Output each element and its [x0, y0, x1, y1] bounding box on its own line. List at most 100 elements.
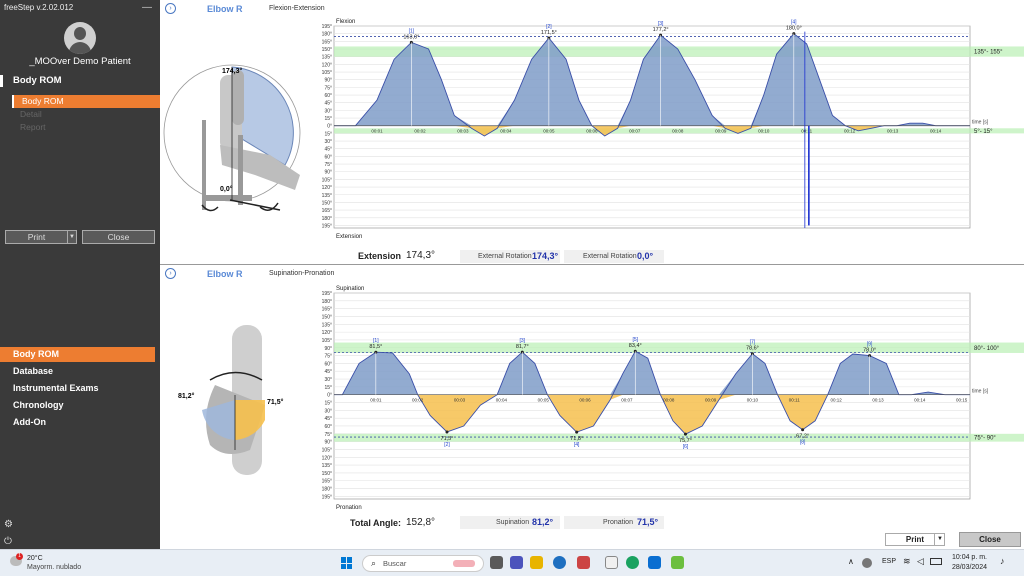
y-tick-label: 60° — [324, 93, 332, 99]
y-tick-label: 15° — [324, 401, 332, 407]
clock-time[interactable]: 10:04 p. m. — [947, 554, 987, 561]
y-tick-label: 195° — [322, 291, 332, 297]
x-tick-label: 00:12 — [844, 129, 856, 134]
x-tick-label: 00:04 — [496, 398, 508, 403]
y-axis-label-top: Supination — [336, 286, 364, 292]
y-tick-label: 150° — [322, 47, 332, 53]
nav-body-rom[interactable]: Body ROM — [0, 347, 155, 362]
y-tick-label: 75° — [324, 162, 332, 168]
peak-value-label: 78,0° — [863, 348, 876, 354]
section-title-body-rom: Body ROM — [0, 75, 160, 87]
y-tick-label: 165° — [322, 479, 332, 485]
store-app-icon[interactable] — [648, 556, 661, 569]
edge-browser-icon[interactable] — [553, 556, 566, 569]
close-button[interactable]: Close — [959, 532, 1021, 547]
supination-normal-band-labels: 80°- 100° 75°- 90° — [970, 342, 1024, 442]
y-axis-label-bottom: Pronation — [336, 505, 362, 511]
bottom-chart-subtitle: Supination-Pronation — [269, 270, 335, 277]
taskbar-search-box[interactable]: ⌕ Buscar — [362, 555, 484, 572]
top-chart-subtitle: Flexion-Extension — [269, 5, 325, 12]
tray-overflow-chevron-icon[interactable]: ∧ — [848, 557, 854, 566]
y-tick-label: 120° — [322, 330, 332, 336]
subnav-detail[interactable]: Detail — [12, 108, 160, 121]
top-joint-title: Elbow R — [207, 4, 243, 14]
minimize-icon[interactable]: — — [142, 2, 152, 13]
external-rotation-value-1: 174,3° — [532, 251, 559, 261]
peak-value-label: 180,0° — [786, 26, 802, 32]
clock-date[interactable]: 28/03/2024 — [947, 564, 987, 571]
nav-database[interactable]: Database — [0, 364, 155, 379]
elbow-flexion-avatar: 174,3° 0,0° — [163, 64, 301, 212]
y-tick-label: 105° — [322, 338, 332, 344]
print-dropdown-icon[interactable]: ▼ — [67, 230, 77, 244]
peak-value-label: 171,5° — [541, 30, 557, 36]
volume-icon[interactable]: ◁ — [917, 556, 924, 567]
y-tick-label: 15° — [324, 385, 332, 391]
print-options-dropdown-icon[interactable]: ▼ — [934, 533, 945, 546]
peak-value-label: 163,0° — [403, 34, 419, 40]
peak-value-label: 78,6° — [746, 346, 759, 352]
x-tick-label: 00:03 — [454, 398, 466, 403]
supination-pronation-chart: 195°180°165°150°135°120°105°90°75°60°45°… — [322, 286, 989, 511]
y-tick-label: 45° — [324, 416, 332, 422]
x-tick-label: 00:11 — [801, 129, 812, 134]
y-tick-label: 105° — [322, 177, 332, 183]
pronation-label: Pronation — [603, 519, 633, 526]
notifications-icon[interactable]: ♪ — [1000, 556, 1005, 566]
y-tick-label: 30° — [324, 408, 332, 414]
file-explorer-icon[interactable] — [530, 556, 543, 569]
search-icon: ⌕ — [371, 558, 377, 568]
x-tick-label: 00:07 — [621, 398, 633, 403]
weather-temperature[interactable]: 20°C — [27, 555, 43, 562]
task-view-icon[interactable] — [490, 556, 503, 569]
battery-icon[interactable] — [930, 558, 942, 565]
sidebar-print-button[interactable]: Print — [5, 230, 68, 244]
section-divider — [160, 264, 1024, 265]
teams-app-icon[interactable] — [510, 556, 523, 569]
power-icon[interactable]: ⏻ — [4, 536, 12, 547]
x-tick-label: 00:06 — [586, 129, 598, 134]
expand-bottom-chart-icon[interactable]: › — [165, 268, 176, 279]
normal-range-label: 5°- 15° — [974, 129, 993, 135]
x-tick-label: 00:04 — [500, 129, 512, 134]
subnav-report[interactable]: Report — [12, 121, 160, 134]
y-tick-label: 135° — [322, 55, 332, 61]
x-tick-label: 00:01 — [370, 398, 382, 403]
y-tick-label: 135° — [322, 322, 332, 328]
weather-notification-badge: 1 — [16, 553, 23, 560]
supination-value: 81,2° — [532, 517, 554, 527]
expand-top-chart-icon[interactable]: › — [165, 3, 176, 14]
x-tick-label: 00:13 — [887, 129, 899, 134]
language-indicator[interactable]: ESP — [882, 558, 896, 565]
settings-icon[interactable]: ⚙ — [4, 519, 13, 530]
office-app-icon[interactable] — [577, 556, 590, 569]
notes-app-icon[interactable] — [605, 556, 618, 569]
x-tick-label: 00:09 — [705, 398, 717, 403]
tray-app-icon[interactable] — [862, 558, 872, 568]
y-tick-label: 165° — [322, 39, 332, 45]
x-tick-label: 00:07 — [629, 129, 641, 134]
main-panel: › Elbow R Flexion-Extension 174,3° 0,0° … — [160, 0, 1024, 549]
peak-index-label: [8] — [800, 440, 806, 446]
avatar-max-angle: 174,3° — [222, 67, 243, 75]
sidebar-close-button[interactable]: Close — [82, 230, 155, 244]
chrome-browser-icon[interactable] — [626, 556, 639, 569]
start-menu-icon[interactable] — [341, 557, 353, 569]
flexion-extension-chart: 195°180°165°150°135°120°105°90°75°60°45°… — [322, 19, 989, 240]
freestep-app-icon[interactable] — [671, 556, 684, 569]
y-tick-label: 180° — [322, 32, 332, 38]
y-tick-label: 195° — [322, 223, 332, 229]
y-tick-label: 90° — [324, 170, 332, 176]
peak-marker — [445, 430, 449, 434]
nav-instrumental-exams[interactable]: Instrumental Exams — [0, 381, 155, 396]
y-tick-label: 45° — [324, 147, 332, 153]
weather-description[interactable]: Mayorm. nublado — [27, 564, 81, 571]
x-tick-label: 00:10 — [747, 398, 759, 403]
avatar-pronation-angle: 71,5° — [267, 398, 284, 406]
nav-chronology[interactable]: Chronology — [0, 398, 155, 413]
nav-add-on[interactable]: Add-On — [0, 415, 155, 430]
y-tick-label: 75° — [324, 432, 332, 438]
subnav-body-rom[interactable]: Body ROM — [12, 95, 160, 108]
peak-index-label: [2] — [546, 24, 552, 30]
wifi-icon[interactable]: ≋ — [903, 556, 911, 567]
